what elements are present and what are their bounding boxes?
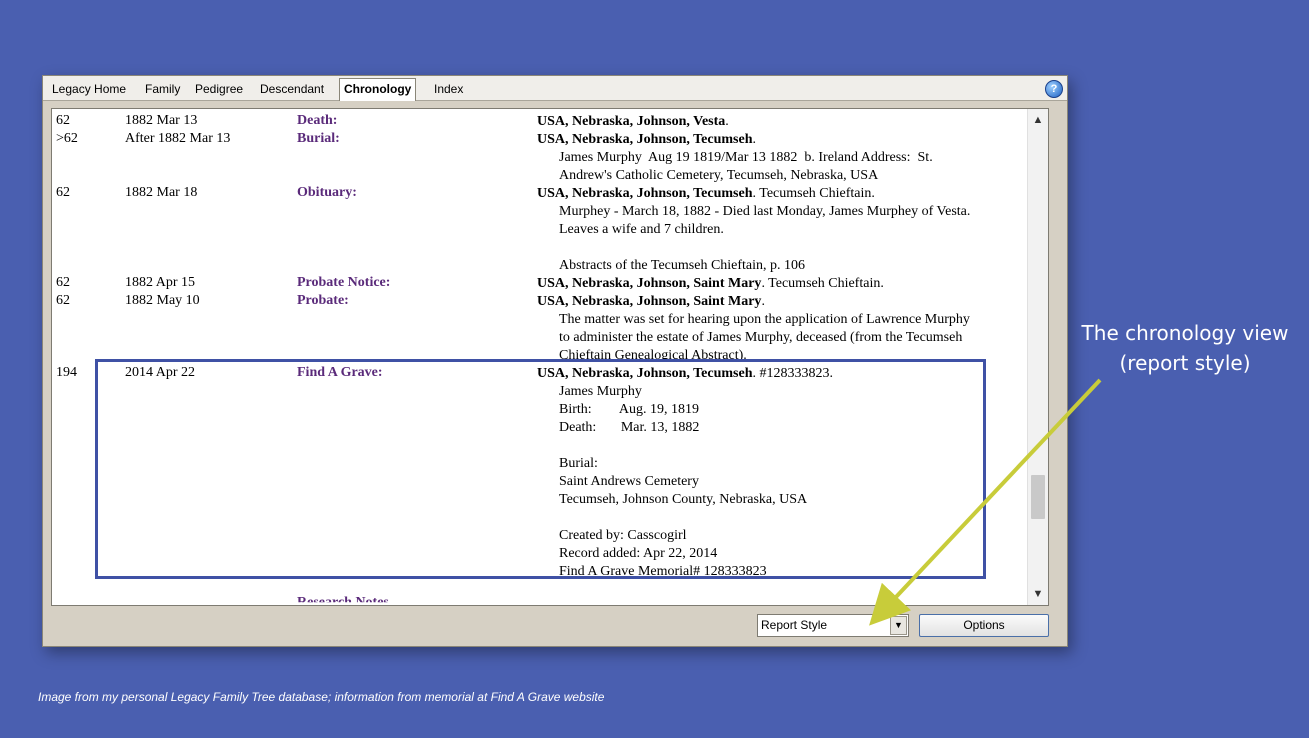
date-cell: 1882 Mar 13 <box>125 113 198 128</box>
help-icon[interactable]: ? <box>1045 80 1063 98</box>
age-cell: 62 <box>56 185 70 200</box>
dropdown-arrow-icon[interactable]: ▼ <box>890 616 907 635</box>
place-name: USA, Nebraska, Johnson, Vesta <box>537 114 726 129</box>
tab-chronology[interactable]: Chronology <box>339 78 417 101</box>
tab-pedigree[interactable]: Pedigree <box>192 80 246 100</box>
place-name: USA, Nebraska, Johnson, Saint Mary <box>537 294 762 309</box>
age-cell: 194 <box>56 365 77 380</box>
note-line: Andrew's Catholic Cemetery, Tecumseh, Ne… <box>559 168 879 183</box>
table-row: 62 1882 Apr 15 Probate Notice: USA, Nebrask… <box>52 275 1022 293</box>
table-row: 62 1882 Mar 18 Obituary: USA, Nebraska, Joh… <box>52 185 1022 275</box>
scroll-down-arrow-icon[interactable]: ▼ <box>1028 585 1048 603</box>
place-cell: USA, Nebraska, Johnson, Saint Mary. The m… <box>537 293 1022 365</box>
table-row: 62 1882 Mar 13 Death: USA, Nebraska, Johnso… <box>52 113 1022 131</box>
place-name: USA, Nebraska, Johnson, Tecumseh <box>537 132 753 147</box>
scroll-thumb[interactable] <box>1031 475 1045 519</box>
event-cell: Burial: <box>297 131 340 146</box>
options-button[interactable]: Options <box>919 614 1049 637</box>
note-line: James Murphy Aug 19 1819/Mar 13 1882 b. … <box>559 150 933 165</box>
place-cell: USA, Nebraska, Johnson, Saint Mary. Tecu… <box>537 275 1022 293</box>
event-cell: Obituary: <box>297 185 357 200</box>
place-name: USA, Nebraska, Johnson, Saint Mary <box>537 276 762 291</box>
place-cell: USA, Nebraska, Johnson, Vesta. <box>537 113 1022 131</box>
scroll-up-arrow-icon[interactable]: ▲ <box>1028 111 1048 129</box>
note-line: The matter was set for hearing upon the … <box>559 312 970 327</box>
age-cell: >62 <box>56 131 78 146</box>
place-name: USA, Nebraska, Johnson, Tecumseh <box>537 186 753 201</box>
date-cell: 1882 Mar 18 <box>125 185 198 200</box>
event-cell: Probate: <box>297 293 349 308</box>
table-row: 62 1882 May 10 Probate: USA, Nebraska, John… <box>52 293 1022 365</box>
place-suffix: . <box>752 132 757 147</box>
note-line: Murphey - March 18, 1882 - Died last Mon… <box>559 204 971 219</box>
highlight-box <box>95 359 986 579</box>
tab-index[interactable]: Index <box>431 80 466 100</box>
date-cell: After 1882 Mar 13 <box>125 131 231 146</box>
place-suffix: . Tecumseh Chieftain. <box>752 186 875 201</box>
tab-bar: Legacy Home Family Pedigree Descendant C… <box>43 76 1067 101</box>
note-line: Abstracts of the Tecumseh Chieftain, p. … <box>559 258 806 273</box>
tab-family[interactable]: Family <box>142 80 183 100</box>
event-cell: Probate Notice: <box>297 275 391 290</box>
place-suffix: . <box>725 114 729 129</box>
image-caption: Image from my personal Legacy Family Tre… <box>38 690 605 704</box>
date-cell: 1882 Apr 15 <box>125 275 195 290</box>
note-line <box>559 239 1022 257</box>
tab-legacy-home[interactable]: Legacy Home <box>49 80 129 100</box>
date-cell: 1882 May 10 <box>125 293 200 308</box>
report-style-value: Report Style <box>761 618 828 632</box>
place-suffix: . <box>761 294 765 309</box>
callout-text: The chronology view (report style) <box>1081 321 1289 375</box>
report-style-select[interactable]: Report Style ▼ <box>757 614 909 637</box>
note-line: to administer the estate of James Murphy… <box>559 330 963 345</box>
table-row: >62 After 1882 Mar 13 Burial: USA, Nebraska… <box>52 131 1022 185</box>
cut-off-event-label: Research Notes <box>297 595 389 606</box>
vertical-scrollbar[interactable]: ▲ ▼ <box>1027 109 1048 605</box>
place-suffix: . Tecumseh Chieftain. <box>761 276 884 291</box>
age-cell: 62 <box>56 275 70 290</box>
note-line: Leaves a wife and 7 children. <box>559 222 724 237</box>
age-cell: 62 <box>56 293 70 308</box>
tab-descendant[interactable]: Descendant <box>257 80 327 100</box>
event-cell: Death: <box>297 113 338 128</box>
place-cell: USA, Nebraska, Johnson, Tecumseh. Tecums… <box>537 185 1022 275</box>
place-cell: USA, Nebraska, Johnson, Tecumseh. James M… <box>537 131 1022 185</box>
age-cell: 62 <box>56 113 70 128</box>
